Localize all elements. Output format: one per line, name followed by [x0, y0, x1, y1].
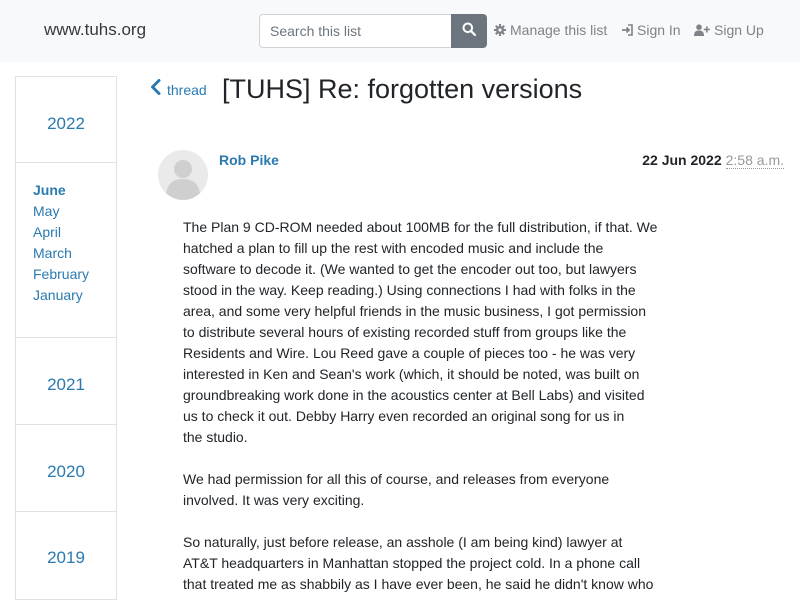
sign-in-label: Sign In	[637, 22, 681, 38]
month-link-january[interactable]: January	[33, 285, 116, 306]
gear-icon	[494, 24, 506, 36]
user-plus-icon	[694, 24, 710, 36]
search-button[interactable]	[451, 14, 487, 48]
year-panel-2021: 2021	[15, 337, 117, 425]
thread-label: thread	[167, 82, 207, 98]
month-link-june[interactable]: June	[33, 180, 116, 201]
sign-in-icon	[621, 24, 633, 36]
month-link-may[interactable]: May	[33, 201, 116, 222]
year-panel-2020: 2020	[15, 424, 117, 512]
message-time: 2:58 a.m.	[725, 152, 784, 169]
year-link-2021[interactable]: 2021	[16, 375, 116, 395]
year-link-2020[interactable]: 2020	[16, 462, 116, 482]
message-day: 22 Jun 2022	[642, 152, 722, 168]
year-link-2019[interactable]: 2019	[16, 548, 116, 568]
author-name[interactable]: Rob Pike	[219, 152, 279, 168]
sign-in-link[interactable]: Sign In	[621, 22, 681, 38]
month-link-april[interactable]: April	[33, 222, 116, 243]
message-paragraph: The Plan 9 CD-ROM needed about 100MB for…	[183, 219, 658, 445]
manage-list-link[interactable]: Manage this list	[494, 22, 607, 38]
month-link-march[interactable]: March	[33, 243, 116, 264]
message-paragraph: We had permission for all this of course…	[183, 471, 610, 508]
year-panel-2022: 2022	[15, 76, 117, 163]
year-link-2022[interactable]: 2022	[16, 114, 116, 134]
page-title: [TUHS] Re: forgotten versions	[222, 74, 583, 104]
manage-list-label: Manage this list	[510, 22, 608, 38]
chevron-left-icon	[150, 78, 161, 98]
navbar: www.tuhs.org Search this list Manage thi…	[0, 0, 800, 62]
brand-link[interactable]: www.tuhs.org	[44, 20, 146, 40]
message-body: The Plan 9 CD-ROM needed about 100MB for…	[183, 217, 673, 616]
sign-up-link[interactable]: Sign Up	[694, 22, 764, 38]
message-paragraph: So naturally, just before release, an as…	[183, 534, 654, 592]
month-list: June May April March February January	[15, 162, 117, 338]
message-date: 22 Jun 2022 2:58 a.m.	[642, 152, 784, 169]
month-link-february[interactable]: February	[33, 264, 116, 285]
avatar	[158, 150, 208, 200]
thread-back-link[interactable]: thread	[150, 78, 207, 98]
search-icon	[462, 22, 477, 41]
year-panel-2019: 2019	[15, 511, 117, 600]
search-input[interactable]	[259, 14, 452, 48]
search-form	[259, 14, 487, 48]
sign-up-label: Sign Up	[714, 22, 764, 38]
